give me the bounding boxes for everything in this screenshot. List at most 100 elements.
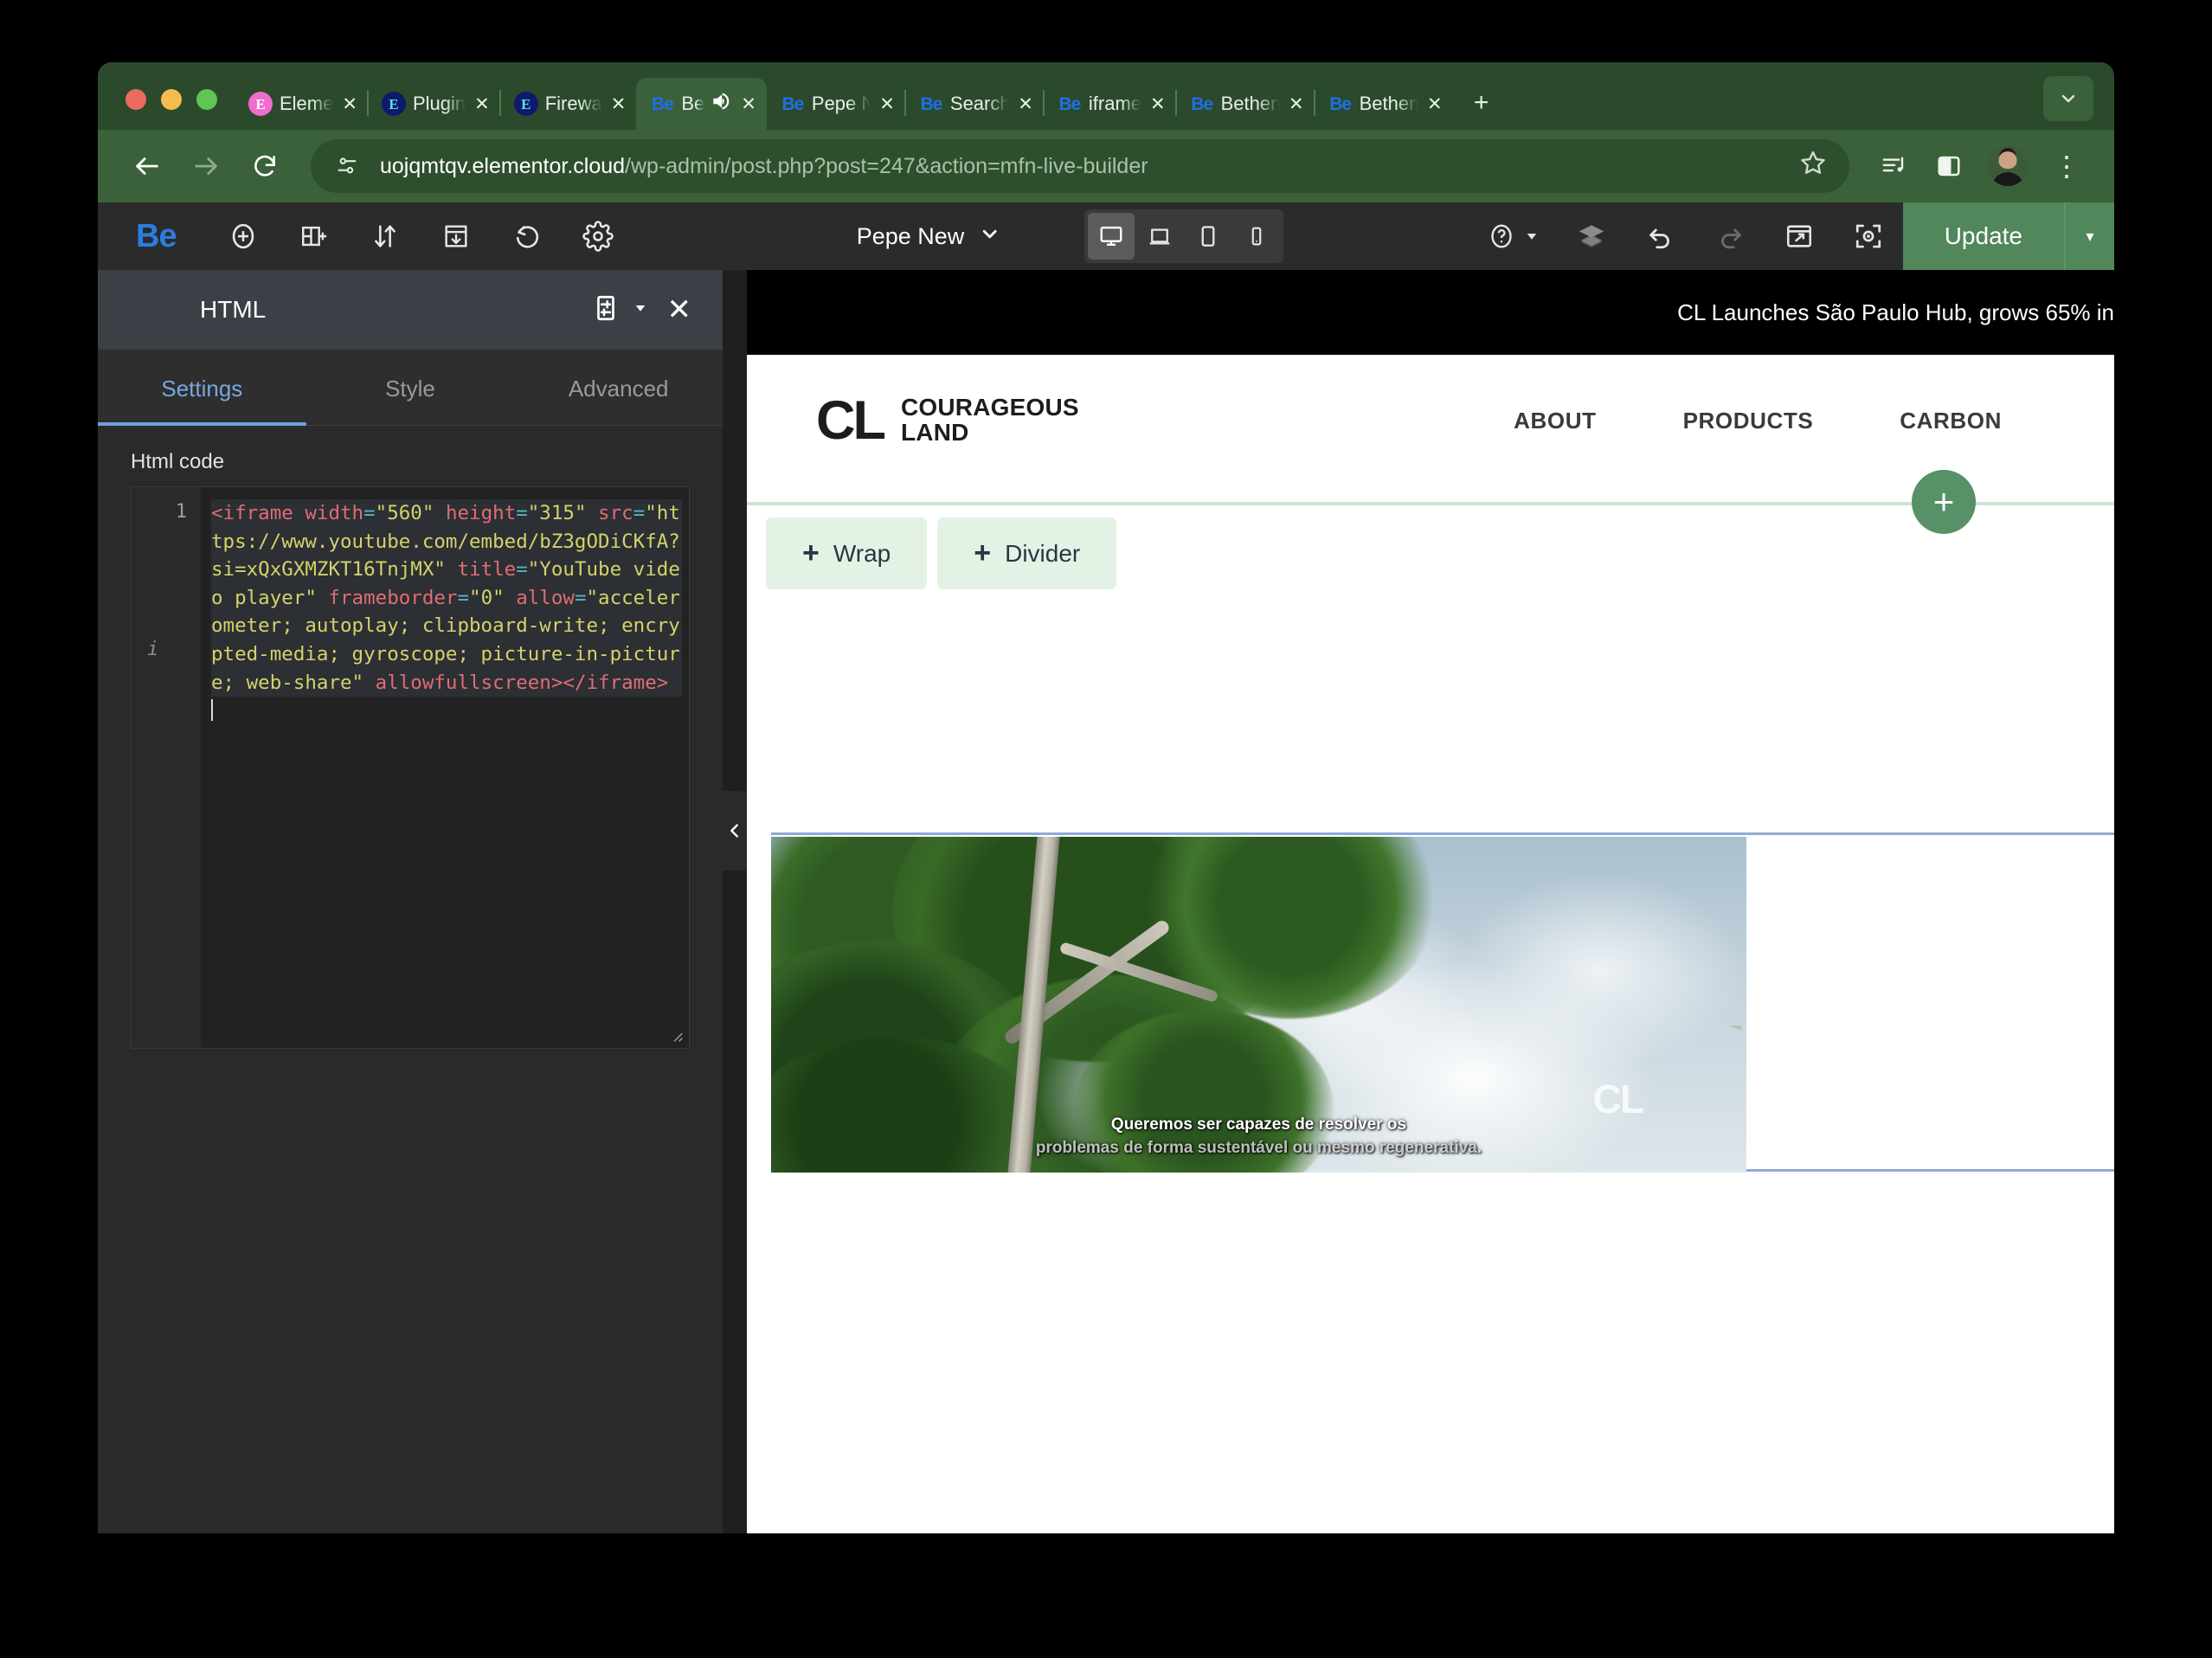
nav-link-products[interactable]: PRODUCTS <box>1683 408 1814 434</box>
browser-toolbar: uojqmtqv.elementor.cloud/wp-admin/post.p… <box>98 130 2114 202</box>
tab-advanced[interactable]: Advanced <box>514 350 723 425</box>
html-code-label: Html code <box>131 450 225 473</box>
close-tab-icon[interactable]: ✕ <box>342 93 357 115</box>
editor-info-icon[interactable]: i <box>147 639 158 660</box>
reading-list-icon[interactable] <box>1868 141 1919 191</box>
panel-dropdown-caret-icon[interactable] <box>633 300 648 320</box>
code-text-area[interactable]: <iframe width="560" height="315" src="ht… <box>201 487 689 1048</box>
logo-line-2: LAND <box>900 419 969 446</box>
document-name-dropdown[interactable]: Pepe New <box>857 222 1001 251</box>
history-icon[interactable] <box>500 209 554 263</box>
desktop-device-button[interactable] <box>1088 213 1135 260</box>
collapse-panel-button[interactable] <box>723 791 747 871</box>
add-template-icon[interactable] <box>287 209 341 263</box>
mobile-device-button[interactable] <box>1233 213 1280 260</box>
add-wrap-button[interactable]: + Wrap <box>766 517 928 589</box>
betheme-favicon-icon: Be <box>651 93 674 114</box>
tab-style[interactable]: Style <box>306 350 515 425</box>
laptop-device-button[interactable] <box>1136 213 1183 260</box>
plus-icon: + <box>974 537 992 569</box>
chevron-down-icon[interactable] <box>978 222 1000 251</box>
tablet-device-button[interactable] <box>1185 213 1231 260</box>
betheme-favicon-icon: Be <box>1329 93 1352 114</box>
add-section-button[interactable]: + <box>1912 470 1976 534</box>
undo-icon[interactable] <box>1636 212 1685 260</box>
bookmark-star-icon[interactable] <box>1799 149 1830 183</box>
video-widget-block[interactable]: CL Queremos ser capazes de resolver os p… <box>771 832 2114 1173</box>
video-caption: Queremos ser capazes de resolver os prob… <box>771 1113 1746 1160</box>
elementor-top-bar-right: Update ▾ <box>1467 202 2114 270</box>
video-block-empty-space <box>1746 835 2114 1169</box>
tab-title: Bethen <box>1220 93 1281 114</box>
new-tab-button[interactable]: + <box>1462 83 1501 123</box>
update-options-caret-icon[interactable]: ▾ <box>2064 202 2114 270</box>
minimize-window-button[interactable] <box>161 89 182 110</box>
close-tab-icon[interactable]: ✕ <box>1289 93 1304 115</box>
close-tab-icon[interactable]: ✕ <box>1018 93 1033 115</box>
nav-link-about[interactable]: ABOUT <box>1514 408 1596 434</box>
close-tab-icon[interactable]: ✕ <box>611 93 627 115</box>
settings-gear-icon[interactable] <box>571 209 625 263</box>
elementor-favicon-icon: E <box>513 92 538 116</box>
close-tab-icon[interactable]: ✕ <box>1150 93 1166 115</box>
add-divider-label: Divider <box>1005 539 1081 567</box>
side-panel-icon[interactable] <box>1924 141 1974 191</box>
elementor-favicon-icon: E <box>248 92 273 116</box>
browser-tab[interactable]: E Firewa ✕ <box>498 78 637 130</box>
page-preview: CL Launches São Paulo Hub, grows 65% in … <box>747 270 2114 1533</box>
address-bar[interactable]: uojqmtqv.elementor.cloud/wp-admin/post.p… <box>311 139 1849 193</box>
nav-link-carbon[interactable]: CARBON <box>1900 408 2002 434</box>
browser-tab[interactable]: E Plugin ✕ <box>366 78 500 130</box>
resize-handle[interactable] <box>666 1025 685 1044</box>
site-info-icon[interactable] <box>330 149 364 183</box>
site-logo[interactable]: CL COURAGEOUS LAND <box>816 389 1079 451</box>
url-path: /wp-admin/post.php?post=247&action=mfn-l… <box>625 153 1148 178</box>
preview-changes-icon[interactable] <box>1775 212 1823 260</box>
help-chevron-down-icon[interactable] <box>1517 212 1546 260</box>
close-tab-icon[interactable]: ✕ <box>1427 93 1443 115</box>
browser-tab[interactable]: Be Bethen ✕ <box>1313 78 1453 130</box>
add-element-icon[interactable] <box>216 209 270 263</box>
browser-tab-strip: E Eleme ✕ E Plugin ✕ E Firewa ✕ Be Be ✕ <box>98 62 2114 130</box>
browser-tab-active[interactable]: Be Be ✕ <box>636 78 767 130</box>
layers-icon[interactable] <box>1567 212 1616 260</box>
tab-audio-playing-icon[interactable] <box>710 90 732 118</box>
save-template-icon[interactable] <box>429 209 483 263</box>
chrome-menu-icon[interactable]: ⋮ <box>2042 141 2092 191</box>
youtube-video-frame[interactable]: CL Queremos ser capazes de resolver os p… <box>771 837 1746 1173</box>
tab-search-chevron-down-icon[interactable] <box>2043 76 2093 121</box>
browser-tab[interactable]: Be Pepe N ✕ <box>767 78 905 130</box>
panel-title: HTML <box>200 296 267 323</box>
reload-icon[interactable] <box>238 139 292 193</box>
back-arrow-icon[interactable] <box>120 139 174 193</box>
widget-settings-icon[interactable] <box>591 293 621 327</box>
html-code-editor[interactable]: 1 i <iframe width="560" height="315" src… <box>131 486 690 1049</box>
close-panel-icon[interactable]: ✕ <box>667 292 692 327</box>
forward-arrow-icon[interactable] <box>179 139 233 193</box>
browser-tab[interactable]: Be iframe ✕ <box>1042 78 1176 130</box>
close-window-button[interactable] <box>125 89 146 110</box>
tab-settings[interactable]: Settings <box>98 350 306 426</box>
tab-title: Be <box>681 93 705 114</box>
browser-tab[interactable]: Be Search ✕ <box>903 78 1044 130</box>
logo-mark: CL <box>816 389 886 451</box>
line-number: 1 <box>175 501 187 523</box>
update-button[interactable]: Update <box>1902 202 2064 270</box>
browser-tab[interactable]: E Eleme ✕ <box>235 78 368 130</box>
palm-frond <box>1418 837 1643 984</box>
profile-avatar[interactable] <box>1988 146 2028 186</box>
sort-icon[interactable] <box>358 209 412 263</box>
finder-icon[interactable] <box>1844 212 1893 260</box>
close-tab-icon[interactable]: ✕ <box>474 93 490 115</box>
betheme-logo[interactable]: Be <box>98 218 208 255</box>
window-controls <box>117 89 235 130</box>
add-divider-button[interactable]: + Divider <box>937 517 1117 589</box>
close-tab-icon[interactable]: ✕ <box>741 93 756 115</box>
betheme-favicon-icon: Be <box>781 93 804 114</box>
elementor-editor: Be Pepe New Update ▾ HTML ✕ Settings Sty… <box>98 202 2114 1533</box>
elementor-favicon-icon: E <box>381 92 406 116</box>
close-tab-icon[interactable]: ✕ <box>879 93 895 115</box>
redo-icon[interactable] <box>1706 212 1754 260</box>
maximize-window-button[interactable] <box>196 89 217 110</box>
browser-tab[interactable]: Be Bethen ✕ <box>1174 78 1315 130</box>
